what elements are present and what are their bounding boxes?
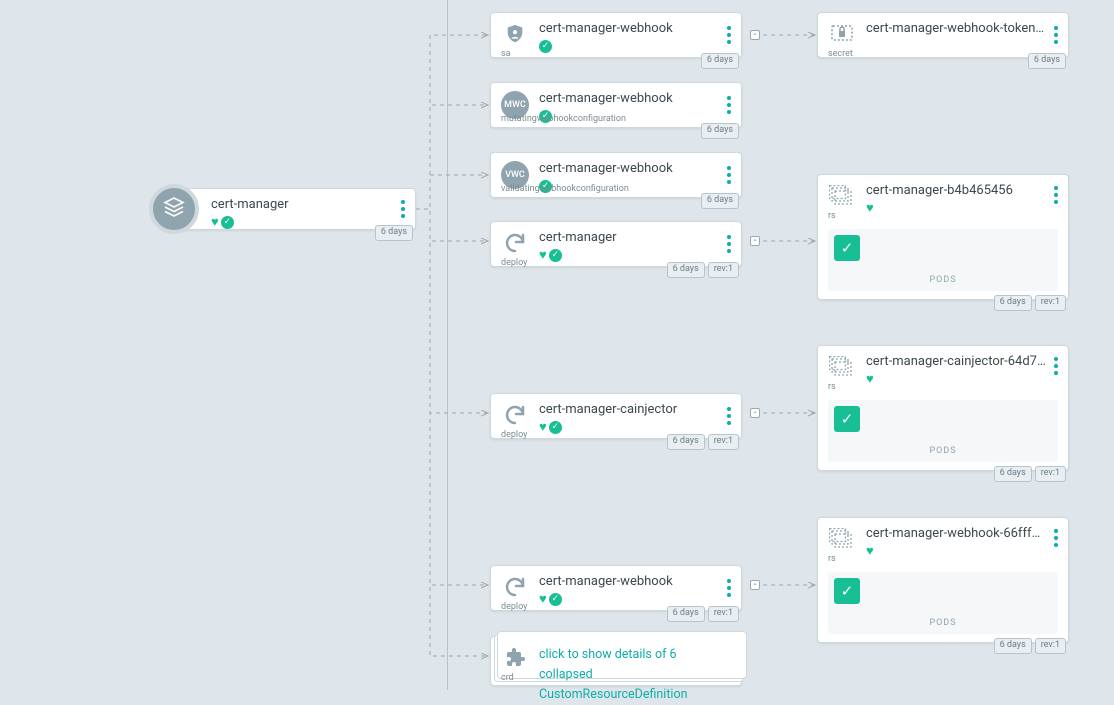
menu-button[interactable]	[1050, 22, 1062, 48]
resource-title: cert-manager-webhook	[539, 91, 731, 106]
expand-knob[interactable]: -	[750, 408, 760, 418]
menu-button[interactable]	[723, 575, 735, 601]
pods-area: ✓ PODS	[828, 229, 1058, 291]
menu-button[interactable]	[723, 22, 735, 48]
menu-button[interactable]	[397, 196, 409, 222]
age-badge: 6 days	[701, 123, 739, 139]
rev-badge: rev:1	[708, 434, 739, 450]
age-badge: 6 days	[994, 295, 1032, 311]
expand-knob[interactable]: -	[750, 236, 760, 246]
age-badge: 6 days	[667, 606, 705, 622]
resource-title: cert-manager-webhook	[539, 161, 731, 176]
pods-label: PODS	[929, 446, 956, 456]
resource-node-rs[interactable]: rs cert-manager-webhook-66fff… ♥ ✓ PODS …	[817, 517, 1069, 643]
menu-button[interactable]	[723, 92, 735, 118]
expand-knob[interactable]: -	[750, 30, 760, 40]
age-badge: 6 days	[375, 225, 413, 241]
heart-icon: ♥	[211, 216, 219, 229]
resource-node-deploy[interactable]: deploy cert-manager-webhook ♥✓ 6 days re…	[490, 565, 742, 611]
deploy-icon	[502, 574, 528, 600]
resource-node-deploy[interactable]: deploy cert-manager-cainjector ♥✓ 6 days…	[490, 393, 742, 439]
puzzle-icon	[502, 645, 528, 671]
resource-title: cert-manager-cainjector	[539, 402, 731, 417]
menu-button[interactable]	[1050, 182, 1062, 208]
kind-label: deploy	[501, 258, 527, 268]
menu-button[interactable]	[1050, 353, 1062, 379]
collapsed-link[interactable]: CustomResourceDefinition	[539, 685, 731, 705]
age-badge: 6 days	[994, 638, 1032, 654]
kind-label: deploy	[501, 430, 527, 440]
heart-icon: ♥	[539, 593, 547, 606]
resource-title: cert-manager-b4b465456	[866, 183, 1058, 198]
resource-node-mwc[interactable]: MWC mutatingwebhookconfiguration cert-ma…	[490, 82, 742, 128]
kind-label: validatingwebhookconfiguration	[501, 184, 629, 194]
pod-status-icon[interactable]: ✓	[834, 578, 860, 604]
replicaset-icon	[829, 526, 855, 552]
rev-badge: rev:1	[1035, 638, 1066, 654]
kind-label: secret	[828, 49, 853, 59]
kind-label: rs	[828, 554, 836, 564]
heart-icon: ♥	[866, 545, 874, 558]
pods-area: ✓ PODS	[828, 572, 1058, 634]
check-icon: ✓	[549, 593, 562, 606]
age-badge: 6 days	[994, 466, 1032, 482]
resource-title: cert-manager	[539, 230, 731, 245]
collapsed-link[interactable]: click to show details of 6 collapsed	[539, 645, 731, 685]
resource-title: cert-manager-webhook-token…	[866, 21, 1058, 36]
resource-node-vwc[interactable]: VWC validatingwebhookconfiguration cert-…	[490, 152, 742, 198]
expand-knob[interactable]: -	[750, 580, 760, 590]
age-badge: 6 days	[701, 193, 739, 209]
kind-label: deploy	[501, 602, 527, 612]
heart-icon: ♥	[866, 202, 874, 215]
app-title: cert-manager	[211, 197, 405, 212]
check-icon: ✓	[539, 40, 552, 53]
app-icon	[149, 184, 199, 234]
rev-badge: rev:1	[1035, 466, 1066, 482]
pods-area: ✓ PODS	[828, 400, 1058, 462]
kind-label: sa	[501, 49, 511, 59]
menu-button[interactable]	[1050, 525, 1062, 551]
secret-icon	[829, 21, 855, 47]
pods-label: PODS	[929, 275, 956, 285]
deploy-icon	[502, 230, 528, 256]
resource-node-rs[interactable]: rs cert-manager-b4b465456 ♥ ✓ PODS 6 day…	[817, 174, 1069, 300]
replicaset-icon	[829, 183, 855, 209]
resource-node-sa[interactable]: sa cert-manager-webhook ✓ 6 days	[490, 12, 742, 58]
heart-icon: ♥	[866, 373, 874, 386]
age-badge: 6 days	[701, 53, 739, 69]
resource-title: cert-manager-webhook	[539, 574, 731, 589]
check-icon: ✓	[221, 216, 234, 229]
replicaset-icon	[829, 354, 855, 380]
resource-node-crd-collapsed[interactable]: crd click to show details of 6 collapsed…	[490, 636, 742, 686]
resource-node-secret[interactable]: secret cert-manager-webhook-token… 6 day…	[817, 12, 1069, 58]
resource-title: cert-manager-webhook	[539, 21, 731, 36]
resource-node-deploy[interactable]: deploy cert-manager ♥✓ 6 days rev:1	[490, 221, 742, 267]
rev-badge: rev:1	[708, 606, 739, 622]
heart-icon: ♥	[539, 421, 547, 434]
kind-label: rs	[828, 382, 836, 392]
heart-icon: ♥	[539, 249, 547, 262]
menu-button[interactable]	[723, 231, 735, 257]
resource-node-rs[interactable]: rs cert-manager-cainjector-64d7… ♥ ✓ POD…	[817, 345, 1069, 471]
age-badge: 6 days	[667, 262, 705, 278]
age-badge: 6 days	[667, 434, 705, 450]
app-node[interactable]: cert-manager ♥ ✓ 6 days	[178, 188, 416, 230]
pod-status-icon[interactable]: ✓	[834, 406, 860, 432]
menu-button[interactable]	[723, 162, 735, 188]
rev-badge: rev:1	[1035, 295, 1066, 311]
pods-label: PODS	[929, 618, 956, 628]
resource-title: cert-manager-webhook-66fff…	[866, 526, 1058, 541]
rev-badge: rev:1	[708, 262, 739, 278]
pod-status-icon[interactable]: ✓	[834, 235, 860, 261]
check-icon: ✓	[549, 249, 562, 262]
check-icon: ✓	[549, 421, 562, 434]
kind-label: crd	[501, 673, 514, 683]
menu-button[interactable]	[723, 403, 735, 429]
resource-title: cert-manager-cainjector-64d7…	[866, 354, 1058, 369]
kind-label: rs	[828, 211, 836, 221]
kind-label: mutatingwebhookconfiguration	[501, 114, 626, 124]
shield-icon	[502, 21, 528, 47]
deploy-icon	[502, 402, 528, 428]
age-badge: 6 days	[1028, 53, 1066, 69]
